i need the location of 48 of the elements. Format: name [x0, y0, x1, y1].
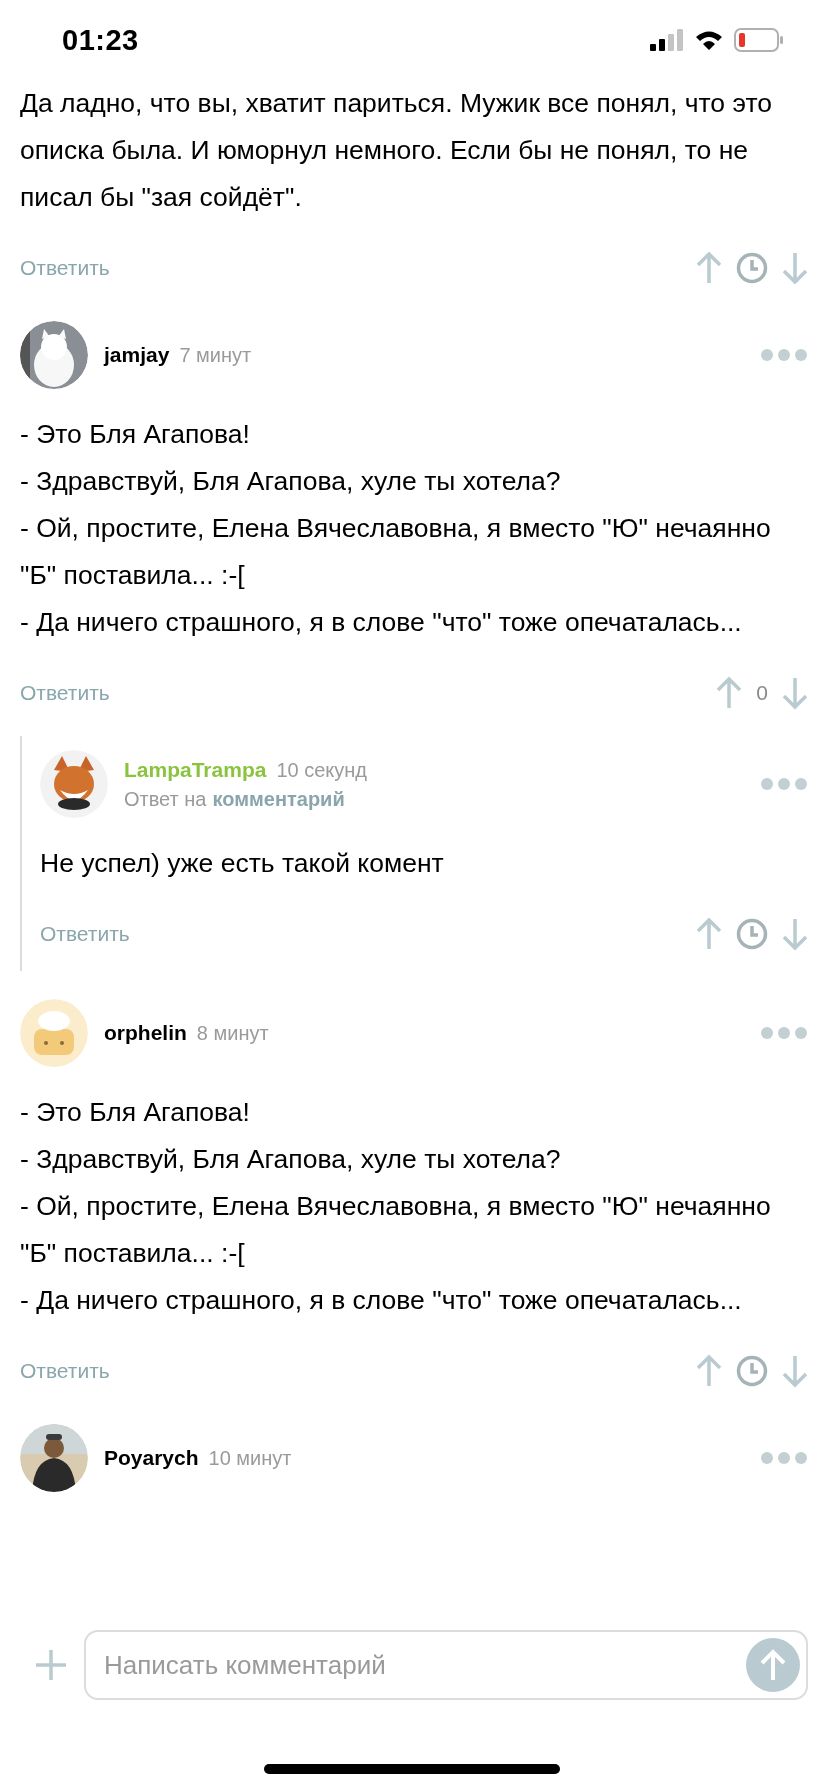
status-time: 01:23	[62, 23, 139, 57]
downvote-icon[interactable]	[782, 676, 808, 710]
more-icon[interactable]	[760, 348, 808, 362]
reply-button[interactable]: Ответить	[20, 1359, 110, 1383]
author-name[interactable]: jamjay	[104, 343, 170, 367]
comment-time: 7 минут	[179, 344, 252, 367]
reply-button[interactable]: Ответить	[20, 256, 110, 280]
reply-to-label: Ответ на	[124, 787, 207, 811]
comment-text: - Да ничего страшного, я в слове "что" тоже опечаталась...	[20, 606, 743, 639]
comment-field[interactable]: Написать комментарий	[84, 1630, 808, 1700]
comment-time: 8 минут	[196, 1022, 269, 1045]
downvote-icon[interactable]	[782, 251, 808, 285]
comment-text: - Это Бля Агапова!	[20, 418, 251, 451]
upvote-icon[interactable]	[696, 251, 722, 285]
more-icon[interactable]	[760, 1451, 808, 1465]
reply-button[interactable]: Ответить	[40, 922, 130, 946]
author-name[interactable]: Poyarych	[104, 1446, 199, 1470]
comment-text: Да ладно, что вы, хватит париться. Мужик все понял, что это описка была. И юморнул немного. Если бы не понял, то не писал бы "зая сойдёт".	[20, 87, 773, 214]
comment-text: - Здравствуй, Бля Агапова, хуле ты хотела?	[20, 1143, 562, 1176]
comment-text: - Да ничего страшного, я в слове "что" тоже опечаталась...	[20, 1284, 743, 1317]
upvote-icon[interactable]	[696, 917, 722, 951]
comment-time: 10 минут	[208, 1447, 292, 1470]
author-name[interactable]: orphelin	[104, 1021, 187, 1045]
clock-icon	[736, 1355, 768, 1387]
add-icon[interactable]	[34, 1648, 68, 1682]
battery-icon	[734, 28, 784, 52]
downvote-icon[interactable]	[782, 1354, 808, 1388]
rating: 0	[756, 681, 768, 705]
comment-text: Не успел) уже есть такой комент	[40, 847, 445, 880]
upvote-icon[interactable]	[716, 676, 743, 710]
downvote-icon[interactable]	[782, 917, 808, 951]
author-name[interactable]: LampaTrampa	[124, 757, 267, 782]
clock-icon	[736, 918, 768, 950]
comment-text: - Ой, простите, Елена Вячеславовна, я вместо "Ю" нечаянно "Б" поставила... :-[	[20, 512, 772, 592]
comment-text: - Здравствуй, Бля Агапова, хуле ты хотела?	[20, 465, 562, 498]
more-icon[interactable]	[760, 1026, 808, 1040]
signal-icon	[650, 29, 684, 51]
comment-time: 10 секунд	[276, 758, 367, 782]
comment-text: - Ой, простите, Елена Вячеславовна, я вместо "Ю" нечаянно "Б" поставила... :-[	[20, 1190, 772, 1270]
more-icon[interactable]	[760, 777, 808, 791]
send-button[interactable]	[746, 1638, 800, 1692]
clock-icon	[736, 252, 768, 284]
reply-button[interactable]: Ответить	[20, 681, 110, 705]
reply-to-link[interactable]: комментарий	[212, 787, 345, 811]
wifi-icon	[694, 29, 724, 51]
comment-text: - Это Бля Агапова!	[20, 1096, 251, 1129]
arrow-up-icon	[758, 1648, 788, 1682]
upvote-icon[interactable]	[696, 1354, 722, 1388]
